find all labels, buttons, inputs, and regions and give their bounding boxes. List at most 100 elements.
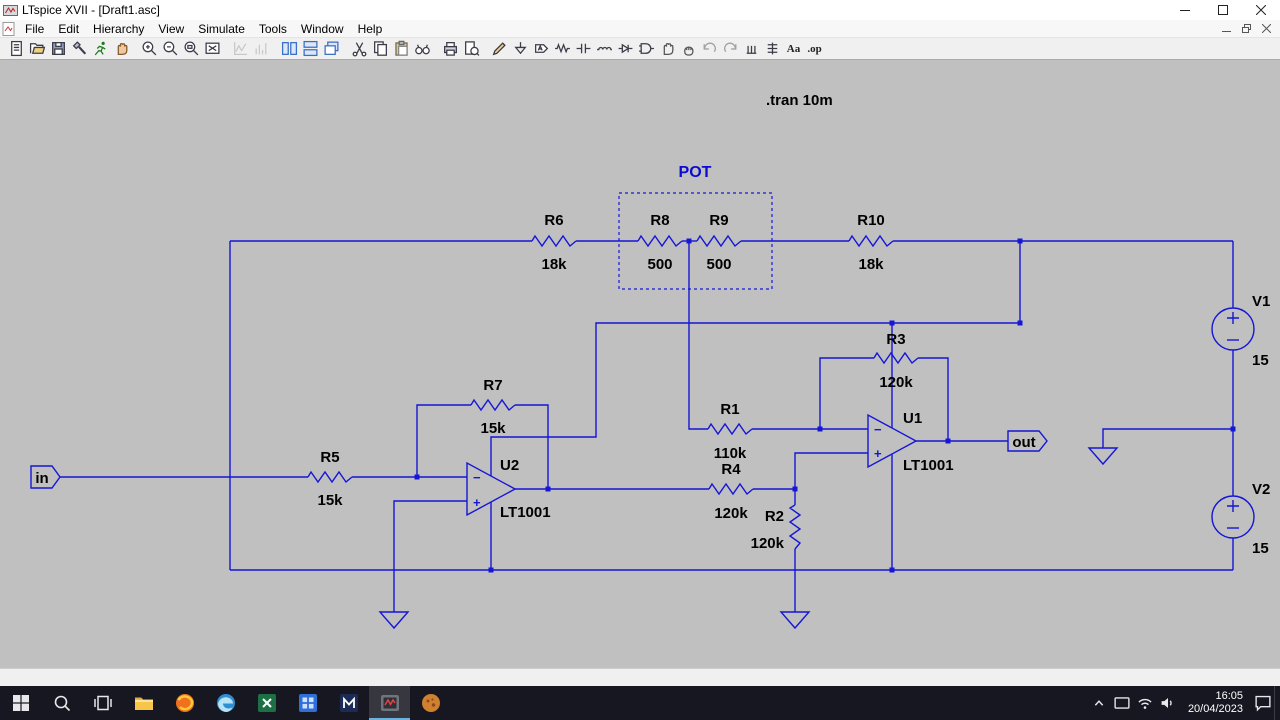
- resistor-R2[interactable]: R2 120k: [751, 504, 802, 552]
- paste-button[interactable]: [391, 39, 412, 59]
- cascade-button[interactable]: [321, 39, 342, 59]
- resistor-R5[interactable]: R5 15k: [307, 449, 353, 509]
- taskbar-ltspice-button[interactable]: [369, 686, 410, 720]
- resistor-R6[interactable]: R6 18k: [531, 212, 577, 273]
- component-button[interactable]: [636, 39, 657, 59]
- redo-button[interactable]: [720, 39, 741, 59]
- control-panel-button[interactable]: [69, 39, 90, 59]
- menu-tools[interactable]: Tools: [252, 21, 294, 37]
- zoom-out-button[interactable]: [160, 39, 181, 59]
- mdi-restore-button[interactable]: [1236, 21, 1256, 37]
- find-button[interactable]: [412, 39, 433, 59]
- resistor-R7[interactable]: R7 15k: [470, 377, 516, 437]
- tile-horizontal-button[interactable]: [300, 39, 321, 59]
- resistor-R3[interactable]: R3 120k: [873, 331, 919, 391]
- mdi-close-button[interactable]: [1256, 21, 1276, 37]
- autorange-button[interactable]: [230, 39, 251, 59]
- taskbar-search-button[interactable]: [41, 686, 82, 720]
- menu-edit[interactable]: Edit: [51, 21, 86, 37]
- undo-button[interactable]: [699, 39, 720, 59]
- svg-text:500: 500: [706, 256, 731, 273]
- resistor-R8[interactable]: R8 500: [637, 212, 683, 273]
- resistor-button[interactable]: [552, 39, 573, 59]
- svg-text:R8: R8: [650, 212, 669, 229]
- menu-file[interactable]: File: [18, 21, 51, 37]
- taskbar-edge-button[interactable]: [205, 686, 246, 720]
- print-preview-button[interactable]: [461, 39, 482, 59]
- copy-button[interactable]: [370, 39, 391, 59]
- taskbar-file-explorer-button[interactable]: [123, 686, 164, 720]
- menu-window[interactable]: Window: [294, 21, 351, 37]
- taskbar-clock[interactable]: 16:05 20/04/2023: [1180, 690, 1251, 716]
- rotate-button[interactable]: [741, 39, 762, 59]
- move-button[interactable]: [657, 39, 678, 59]
- wire-button[interactable]: [489, 39, 510, 59]
- plot-settings-button[interactable]: [251, 39, 272, 59]
- menu-simulate[interactable]: Simulate: [191, 21, 252, 37]
- save-button[interactable]: [48, 39, 69, 59]
- new-schematic-button[interactable]: [6, 39, 27, 59]
- maximize-button[interactable]: [1204, 0, 1242, 20]
- inductor-button[interactable]: [594, 39, 615, 59]
- zoom-in-button[interactable]: [139, 39, 160, 59]
- tile-vertical-button[interactable]: [279, 39, 300, 59]
- voltage-source-V2[interactable]: V2 15: [1211, 481, 1270, 557]
- menu-view[interactable]: View: [151, 21, 191, 37]
- resistor-R4[interactable]: R4 120k: [708, 461, 754, 522]
- menu-bar-items: File Edit Hierarchy View Simulate Tools Window…: [18, 21, 389, 37]
- svg-text:U2: U2: [500, 457, 519, 474]
- diode-icon: [618, 43, 633, 54]
- spice-directive-text[interactable]: .tran 10m: [766, 92, 833, 109]
- action-center-button[interactable]: [1251, 686, 1274, 720]
- minimize-button[interactable]: [1166, 0, 1204, 20]
- halt-button[interactable]: [111, 39, 132, 59]
- firefox-icon: [175, 694, 194, 712]
- wires[interactable]: [60, 240, 1234, 612]
- taskbar-start-button[interactable]: [0, 686, 41, 720]
- taskbar-firefox-button[interactable]: [164, 686, 205, 720]
- text-button[interactable]: Aa: [783, 39, 804, 59]
- tray-chevron-button[interactable]: [1088, 686, 1111, 720]
- pot-group[interactable]: POT: [618, 164, 773, 290]
- resistor-R10[interactable]: R10 18k: [848, 212, 894, 273]
- zoom-area-button[interactable]: [181, 39, 202, 59]
- drag-button[interactable]: [678, 39, 699, 59]
- tray-volume-button[interactable]: [1157, 686, 1180, 720]
- print-button[interactable]: [440, 39, 461, 59]
- close-button[interactable]: [1242, 0, 1280, 20]
- taskbar-app-orange-button[interactable]: [410, 686, 451, 720]
- mirror-button[interactable]: [762, 39, 783, 59]
- menu-help[interactable]: Help: [351, 21, 390, 37]
- taskbar-app-m-button[interactable]: [328, 686, 369, 720]
- run-button[interactable]: [90, 39, 111, 59]
- zoom-fit-icon: [205, 42, 220, 54]
- schematic-document-icon[interactable]: [0, 21, 18, 36]
- ltspice-app-icon: [0, 3, 20, 18]
- task-view-icon: [93, 695, 112, 711]
- schematic-canvas[interactable]: POT R6 18k R8 500 R9 500 R10 18k R3 120k…: [0, 60, 1280, 668]
- spice-directive-button[interactable]: .op: [804, 39, 825, 59]
- voltage-source-V1[interactable]: V1 15: [1211, 293, 1270, 369]
- ground-button[interactable]: [510, 39, 531, 59]
- taskbar-excel-button[interactable]: [246, 686, 287, 720]
- resistor-R9[interactable]: R9 500: [696, 212, 742, 273]
- taskbar-app-blue-button[interactable]: [287, 686, 328, 720]
- zoom-fit-button[interactable]: [202, 39, 223, 59]
- mdi-minimize-button[interactable]: [1216, 21, 1236, 37]
- open-button[interactable]: [27, 39, 48, 59]
- tray-tablet-button[interactable]: [1111, 686, 1134, 720]
- label-net-button[interactable]: [531, 39, 552, 59]
- taskbar-task-view-button[interactable]: [82, 686, 123, 720]
- opamp-U1[interactable]: − + U1 LT1001: [867, 410, 954, 474]
- diode-button[interactable]: [615, 39, 636, 59]
- capacitor-button[interactable]: [573, 39, 594, 59]
- port-in[interactable]: in: [30, 465, 61, 489]
- inductor-icon: [597, 46, 612, 51]
- show-desktop-button[interactable]: [1274, 686, 1280, 720]
- tray-network-button[interactable]: [1134, 686, 1157, 720]
- mdi-window-controls: [1216, 21, 1276, 37]
- cut-button[interactable]: [349, 39, 370, 59]
- resistor-R1[interactable]: R1 110k: [707, 401, 753, 462]
- port-out[interactable]: out: [1007, 430, 1048, 452]
- menu-hierarchy[interactable]: Hierarchy: [86, 21, 151, 37]
